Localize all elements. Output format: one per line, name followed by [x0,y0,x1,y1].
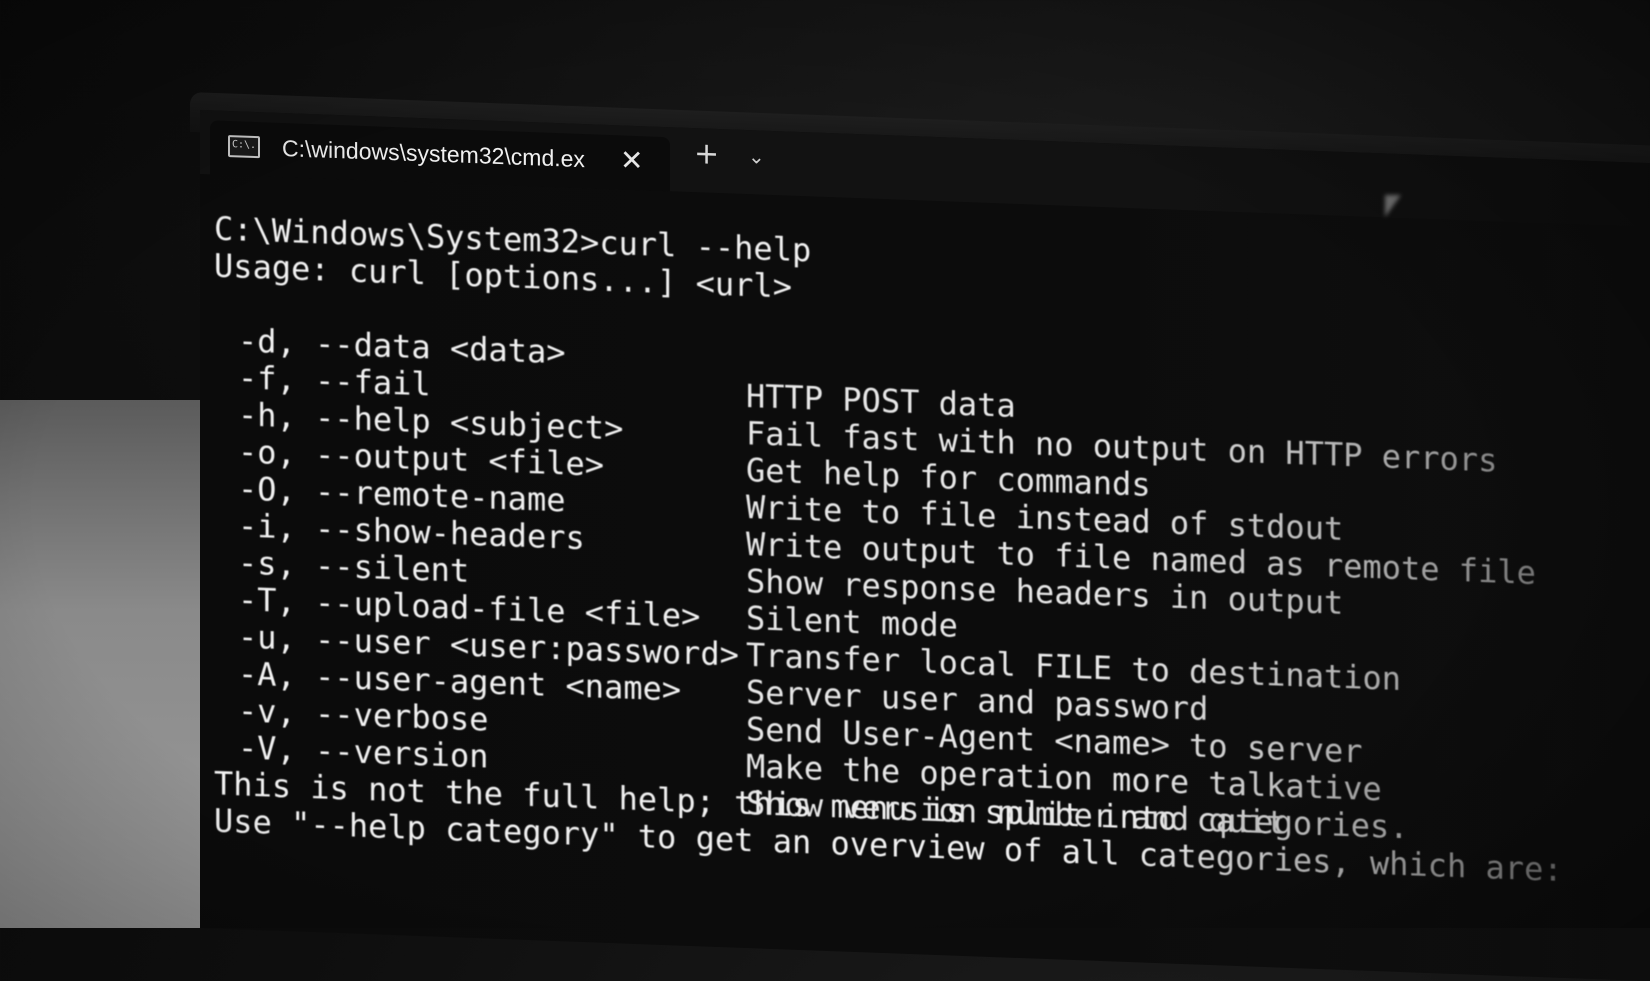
cmd-icon: C:\. [228,135,260,159]
chevron-down-icon[interactable]: ⌄ [748,144,765,169]
tab-title: C:\windows\system32\cmd.ex [282,135,585,173]
terminal-output[interactable]: C:\Windows\System32>curl --help Usage: c… [214,210,1650,981]
tab-cmd[interactable]: C:\. C:\windows\system32\cmd.ex ✕ [210,120,670,192]
new-tab-button[interactable]: + [694,136,719,172]
option-flag: -V, --version [238,728,489,776]
terminal-window: C:\. C:\windows\system32\cmd.ex ✕ + ⌄ C:… [200,110,1650,981]
mouse-pointer-icon [1385,195,1401,217]
close-icon[interactable]: ✕ [620,143,643,177]
